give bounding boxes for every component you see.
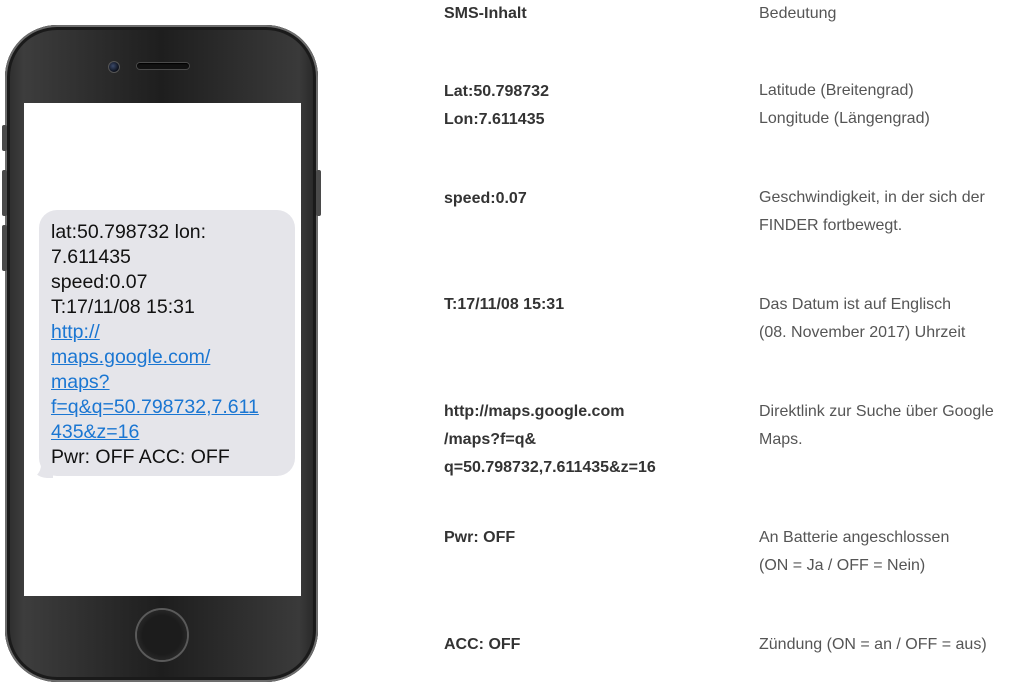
row-lat-lon-right: Latitude (Breitengrad) Longitude (Längen… bbox=[759, 82, 930, 127]
row-lat-lon-left: Lat:50.798732 Lon:7.611435 bbox=[444, 83, 549, 128]
row-acc-right: Zündung (ON = an / OFF = aus) bbox=[759, 636, 987, 653]
sms-content-table: SMS-Inhalt Bedeutung Lat:50.798732 Lon:7… bbox=[0, 0, 1024, 682]
header-bedeutung: Bedeutung bbox=[759, 5, 837, 22]
row-time-right: Das Datum ist auf Englisch (08. November… bbox=[759, 296, 966, 341]
row-acc-left: ACC: OFF bbox=[444, 636, 521, 653]
row-pwr-left: Pwr: OFF bbox=[444, 529, 516, 546]
row-speed-left: speed:0.07 bbox=[444, 190, 527, 207]
header-sms-inhalt: SMS-Inhalt bbox=[444, 5, 527, 22]
row-speed-right: Geschwindigkeit, in der sich der FINDER … bbox=[759, 189, 985, 234]
row-link-left: http://maps.google.com /maps?f=q& q=50.7… bbox=[444, 403, 656, 476]
row-pwr-right: An Batterie angeschlossen (ON = Ja / OFF… bbox=[759, 529, 950, 574]
row-link-right: Direktlink zur Suche über Google Maps. bbox=[759, 403, 994, 448]
row-time-left: T:17/11/08 15:31 bbox=[444, 296, 565, 313]
